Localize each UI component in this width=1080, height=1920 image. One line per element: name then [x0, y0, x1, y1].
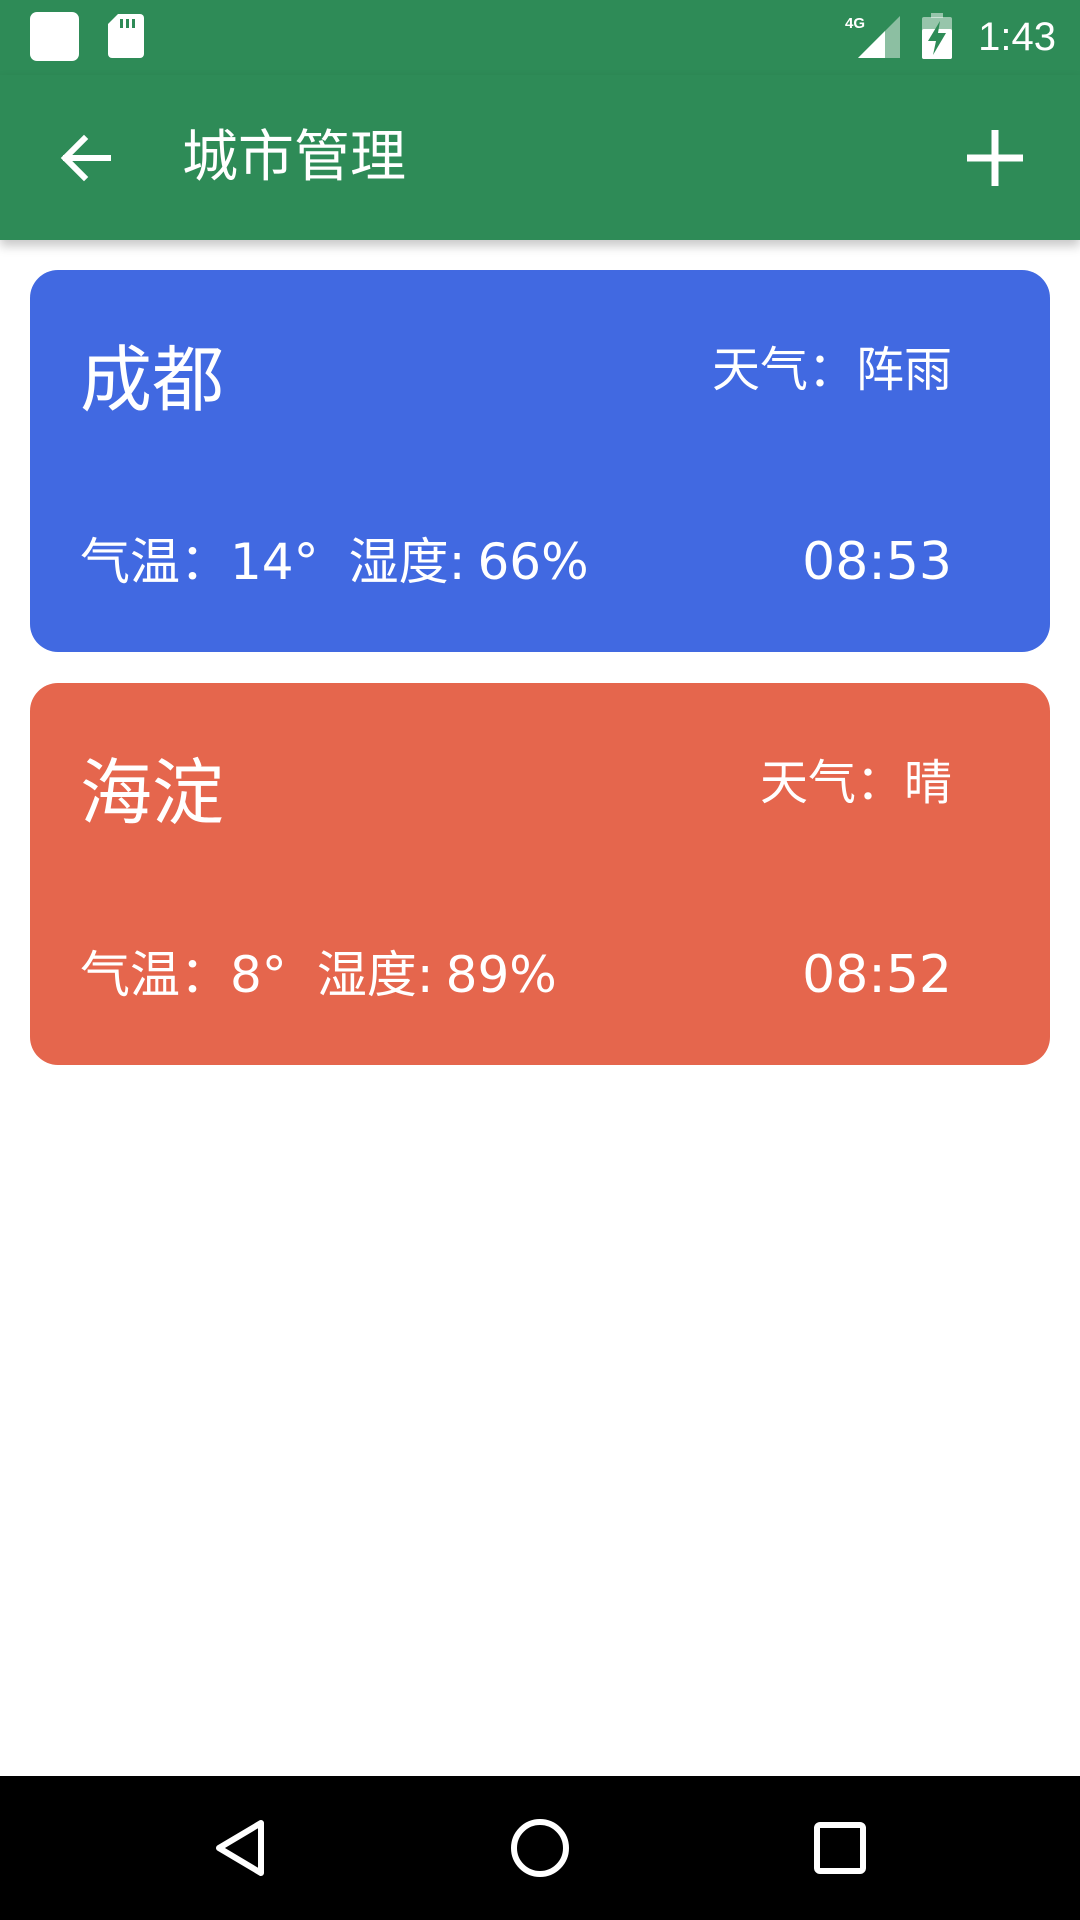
- arrow-back-icon[interactable]: [40, 113, 130, 203]
- weather-label: 天气：: [711, 342, 856, 398]
- screen: 4G 1:43 城市管理 成都 天气：阵雨 气温：14° 湿度: 66% 08:53: [0, 0, 1080, 1920]
- city-weather: 天气：阵雨: [712, 338, 952, 402]
- status-bar: 4G 1:43: [0, 0, 1080, 75]
- navigation-bar: [0, 1776, 1080, 1920]
- recents-square-icon[interactable]: [795, 1803, 885, 1893]
- update-time: 08:53: [802, 532, 952, 592]
- city-weather: 天气：晴: [760, 751, 952, 815]
- notification-icon: [30, 12, 79, 61]
- humidity-label: 湿度:: [316, 946, 434, 1004]
- city-card-chengdu[interactable]: 成都 天气：阵雨 气温：14° 湿度: 66% 08:53: [30, 270, 1050, 652]
- city-stats: 气温：14° 湿度: 66%: [80, 528, 589, 596]
- humidity-value: 89%: [445, 946, 557, 1004]
- temp-label: 气温：: [80, 946, 230, 1004]
- city-name: 海淀: [80, 751, 225, 835]
- home-circle-icon[interactable]: [495, 1803, 585, 1893]
- update-time: 08:52: [802, 945, 952, 1005]
- temp-value: 8°: [230, 946, 287, 1004]
- weather-label: 天气：: [759, 755, 904, 811]
- svg-text:4G: 4G: [845, 15, 865, 32]
- weather-value: 阵雨: [855, 342, 952, 398]
- back-triangle-icon[interactable]: [195, 1803, 285, 1893]
- status-time: 1:43: [978, 15, 1056, 59]
- add-icon[interactable]: [950, 113, 1040, 203]
- city-name: 成都: [80, 338, 225, 422]
- humidity-value: 66%: [477, 533, 589, 591]
- temp-label: 气温：: [80, 533, 230, 591]
- signal-icon: 4G: [845, 15, 900, 58]
- weather-value: 晴: [903, 755, 952, 811]
- app-bar: 城市管理: [0, 75, 1080, 240]
- city-list: 成都 天气：阵雨 气温：14° 湿度: 66% 08:53 海淀 天气：晴 气温：8…: [30, 270, 1050, 1096]
- sd-card-icon: [108, 14, 144, 58]
- city-stats: 气温：8° 湿度: 89%: [80, 941, 557, 1009]
- battery-charging-icon: [922, 13, 952, 59]
- page-title: 城市管理: [182, 125, 406, 190]
- temp-value: 14°: [230, 533, 319, 591]
- city-card-haidian[interactable]: 海淀 天气：晴 气温：8° 湿度: 89% 08:52: [30, 683, 1050, 1065]
- humidity-label: 湿度:: [348, 533, 466, 591]
